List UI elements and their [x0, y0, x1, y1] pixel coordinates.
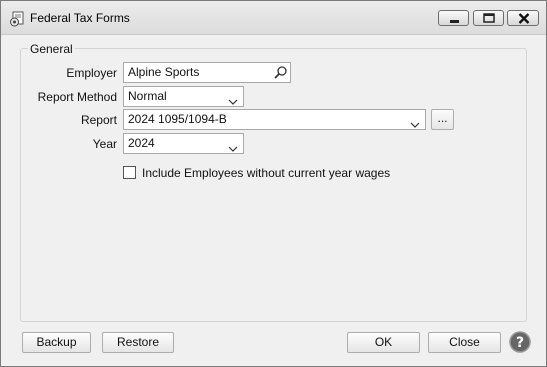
year-label: Year	[92, 137, 117, 151]
svg-text:?: ?	[516, 335, 524, 351]
close-button[interactable]: Close	[428, 332, 501, 353]
search-icon[interactable]	[273, 65, 288, 86]
year-value: 2024	[128, 136, 155, 150]
report-browse-button[interactable]: ...	[431, 109, 454, 130]
report-method-label: Report Method	[37, 90, 117, 104]
minimize-button[interactable]	[438, 10, 469, 26]
report-method-select[interactable]: Normal	[123, 86, 244, 107]
year-select[interactable]: 2024	[123, 133, 244, 154]
help-icon[interactable]: ?	[509, 331, 531, 353]
employer-label: Employer	[66, 66, 117, 80]
restore-button[interactable]: Restore	[102, 332, 174, 353]
report-select[interactable]: 2024 1095/1094-B	[123, 109, 426, 130]
chevron-down-icon	[228, 140, 238, 159]
employer-value: Alpine Sports	[128, 65, 200, 79]
include-employees-checkbox[interactable]	[123, 166, 136, 179]
chevron-down-icon	[410, 116, 420, 135]
report-method-value: Normal	[128, 89, 167, 103]
minimize-icon	[450, 20, 459, 23]
window-title: Federal Tax Forms	[30, 11, 130, 25]
federal-tax-forms-window: Federal Tax Forms General Employer Alpin…	[0, 0, 547, 367]
close-icon	[518, 13, 530, 24]
maximize-button[interactable]	[473, 10, 504, 26]
title-bar[interactable]: Federal Tax Forms	[1, 1, 546, 35]
include-employees-label[interactable]: Include Employees without current year w…	[142, 166, 390, 180]
report-value: 2024 1095/1094-B	[128, 112, 227, 126]
employer-field[interactable]: Alpine Sports	[123, 62, 291, 83]
report-label: Report	[80, 113, 117, 127]
maximize-icon	[483, 13, 495, 23]
group-title: General	[28, 42, 75, 56]
backup-button[interactable]: Backup	[22, 332, 91, 353]
close-window-button[interactable]	[507, 10, 539, 26]
tax-forms-icon	[9, 11, 25, 27]
ok-button[interactable]: OK	[347, 332, 420, 353]
